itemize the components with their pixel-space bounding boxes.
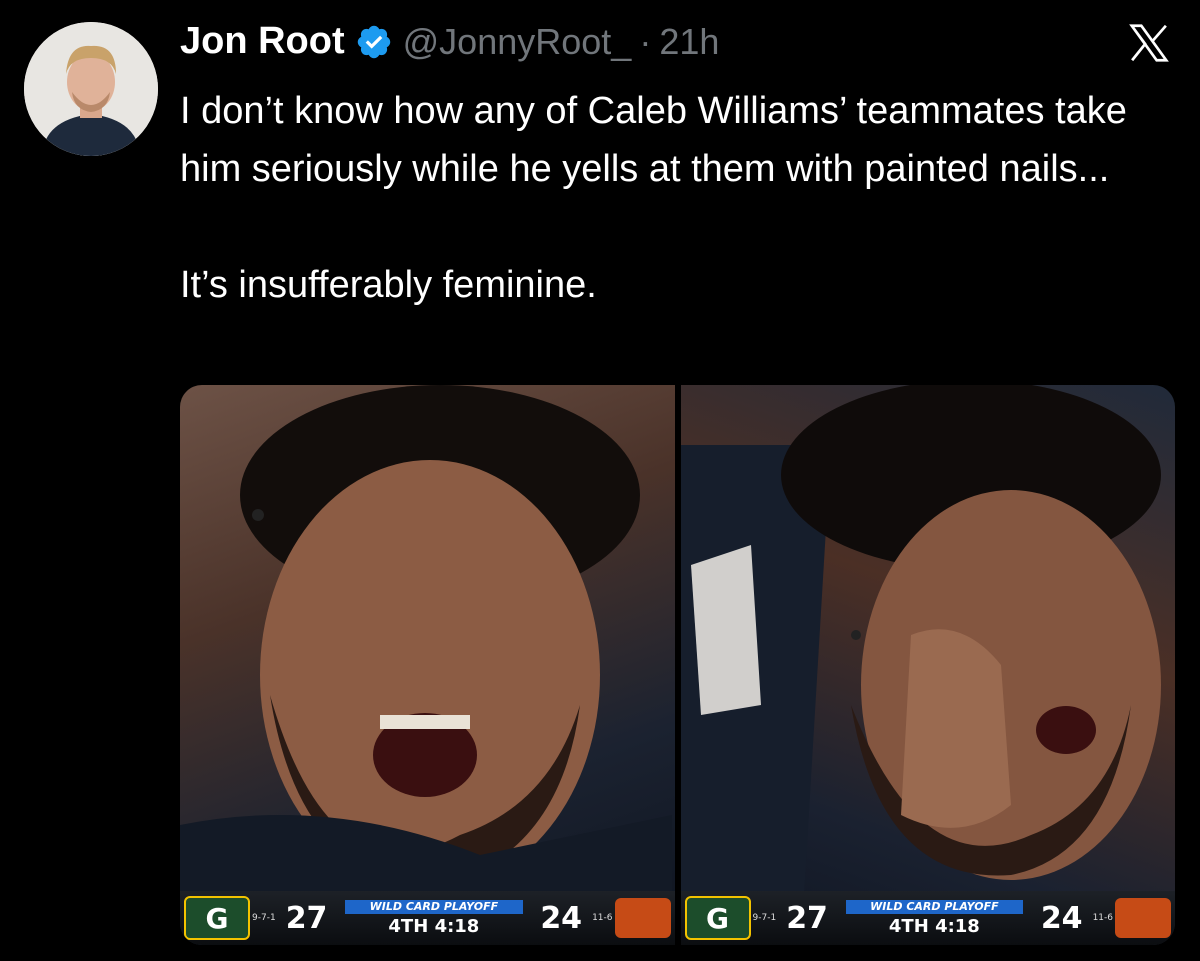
game-clock: 4TH 4:18: [889, 916, 980, 937]
media-image-right[interactable]: G 9-7-1 27 WILD CARD PLAYOFF 4TH 4:18 24…: [680, 385, 1175, 945]
game-clock: 4TH 4:18: [388, 916, 479, 937]
tweet-text-line2: It’s insufferably feminine.: [180, 264, 597, 306]
x-logo-icon: [1129, 24, 1169, 62]
away-record: 11-6: [592, 913, 613, 923]
playoff-banner: WILD CARD PLAYOFF: [345, 899, 523, 914]
avatar-image: [24, 22, 158, 156]
author-name[interactable]: Jon Root: [180, 20, 345, 63]
author-handle[interactable]: @JonnyRoot_: [403, 21, 632, 63]
clock-time: 4:18: [935, 915, 980, 937]
packers-logo-icon: G: [184, 896, 250, 940]
quarter: 4TH: [888, 915, 929, 937]
quarter: 4TH: [388, 915, 429, 937]
tweet-header: Jon Root @JonnyRoot_ · 21h: [180, 20, 719, 63]
tweet-body: I don’t know how any of Caleb Williams’ …: [180, 82, 1170, 314]
home-record: 9-7-1: [252, 913, 276, 923]
game-status: WILD CARD PLAYOFF 4TH 4:18: [836, 895, 1033, 941]
away-score: 24: [540, 900, 583, 936]
player-illustration-right: [680, 385, 1161, 945]
tweet-text-line1: I don’t know how any of Caleb Williams’ …: [180, 90, 1127, 190]
clock-time: 4:18: [434, 915, 480, 937]
scorebug-left: G 9-7-1 27 WILD CARD PLAYOFF 4TH 4:18 24…: [180, 891, 675, 945]
packers-logo-icon: G: [684, 896, 751, 940]
bears-logo-icon: [614, 898, 671, 938]
media-grid[interactable]: G 9-7-1 27 WILD CARD PLAYOFF 4TH 4:18 24…: [180, 385, 1175, 945]
author-avatar[interactable]: [24, 22, 158, 156]
post-time[interactable]: 21h: [659, 21, 719, 63]
home-score: 27: [285, 900, 328, 936]
separator-dot: ·: [639, 20, 652, 62]
home-score: 27: [786, 900, 828, 936]
bears-logo-icon: [1115, 898, 1171, 938]
away-score: 24: [1040, 900, 1083, 936]
media-image-left[interactable]: G 9-7-1 27 WILD CARD PLAYOFF 4TH 4:18 24…: [180, 385, 675, 945]
player-illustration-left: [180, 385, 672, 945]
away-record: 11-6: [1092, 913, 1113, 923]
playoff-banner: WILD CARD PLAYOFF: [845, 899, 1024, 914]
home-record: 9-7-1: [752, 913, 777, 923]
verified-badge-icon: [357, 25, 390, 58]
game-status: WILD CARD PLAYOFF 4TH 4:18: [335, 895, 532, 941]
scorebug-right: G 9-7-1 27 WILD CARD PLAYOFF 4TH 4:18 24…: [680, 891, 1175, 945]
